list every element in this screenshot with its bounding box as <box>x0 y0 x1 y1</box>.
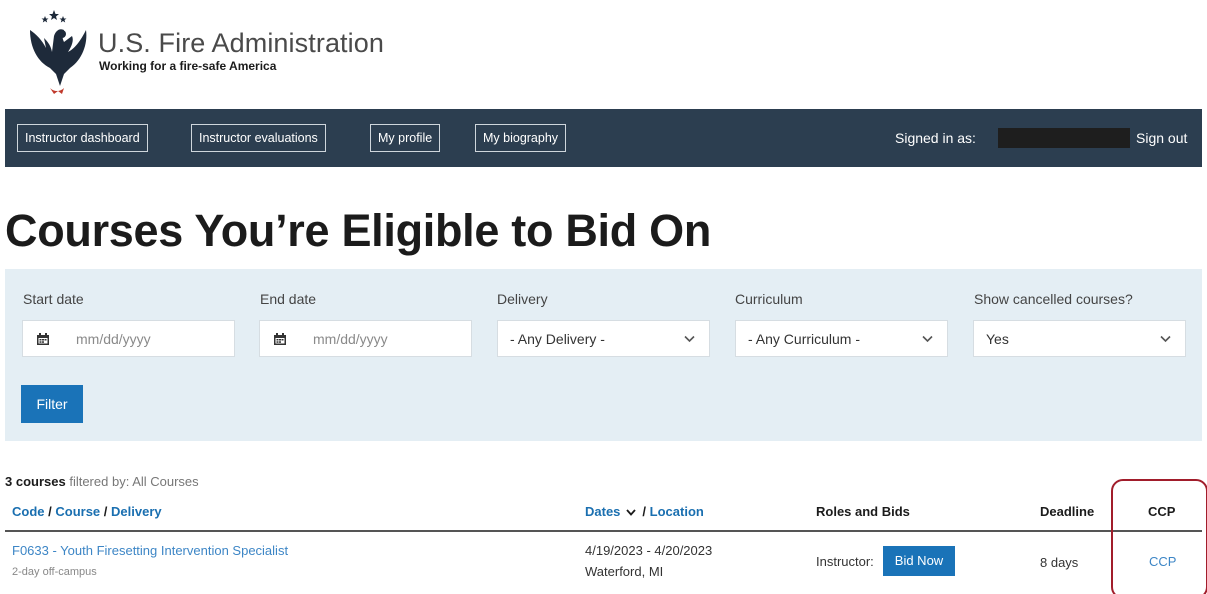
sort-by-code[interactable]: Code <box>12 504 45 519</box>
ccp-column-highlight <box>1111 479 1207 594</box>
site-tagline: Working for a fire-safe America <box>99 59 277 73</box>
sort-descending-icon[interactable] <box>626 508 637 516</box>
nav-instructor-evaluations[interactable]: Instructor evaluations <box>191 124 326 152</box>
course-dates: 4/19/2023 - 4/20/2023 <box>585 543 713 558</box>
course-location: Waterford, MI <box>585 564 664 579</box>
signed-in-label: Signed in as: <box>895 130 976 146</box>
sort-by-delivery[interactable]: Delivery <box>111 504 162 519</box>
end-date-input[interactable]: mm/dd/yyyy <box>259 320 472 357</box>
header-deadline: Deadline <box>1040 504 1095 519</box>
header-separator: / <box>48 504 52 519</box>
cancelled-selected-value: Yes <box>986 331 1009 347</box>
site-title: U.S. Fire Administration <box>98 28 384 58</box>
page-title: Courses You’re Eligible to Bid On <box>5 205 712 256</box>
results-count: 3 courses <box>5 474 66 489</box>
cancelled-label: Show cancelled courses? <box>974 291 1133 307</box>
sort-by-dates[interactable]: Dates <box>585 504 620 519</box>
eagle-logo-icon <box>30 10 87 94</box>
header-code-course-delivery: Code / Course / Delivery <box>12 504 162 519</box>
results-summary: 3 courses filtered by: All Courses <box>5 474 199 489</box>
nav-my-biography[interactable]: My biography <box>475 124 567 152</box>
nav-my-profile[interactable]: My profile <box>370 124 441 152</box>
curriculum-selected-value: - Any Curriculum - <box>748 331 861 347</box>
start-date-label: Start date <box>23 291 84 307</box>
curriculum-select[interactable]: - Any Curriculum - <box>735 320 948 357</box>
calendar-icon <box>274 333 286 345</box>
chevron-down-icon <box>684 335 695 343</box>
role-label: Instructor: <box>816 554 874 569</box>
chevron-down-icon <box>922 335 933 343</box>
course-delivery: 2-day off-campus <box>12 566 97 578</box>
sign-out-link[interactable]: Sign out <box>1136 130 1187 146</box>
end-date-label: End date <box>260 291 317 307</box>
end-date-placeholder: mm/dd/yyyy <box>313 331 388 347</box>
delivery-select[interactable]: - Any Delivery - <box>497 320 710 357</box>
sort-by-location[interactable]: Location <box>650 504 704 519</box>
start-date-placeholder: mm/dd/yyyy <box>76 331 151 347</box>
header-separator: / <box>103 504 108 519</box>
curriculum-label: Curriculum <box>735 291 803 307</box>
nav-instructor-dashboard[interactable]: Instructor dashboard <box>17 124 148 152</box>
chevron-down-icon <box>1160 335 1171 343</box>
header-roles-and-bids: Roles and Bids <box>816 504 910 519</box>
course-link[interactable]: F0633 - Youth Firesetting Intervention S… <box>12 543 288 558</box>
results-filter-text: filtered by: All Courses <box>69 474 199 489</box>
start-date-input[interactable]: mm/dd/yyyy <box>22 320 235 357</box>
sort-by-course[interactable]: Course <box>55 504 100 519</box>
top-navbar: Instructor dashboard Instructor evaluati… <box>5 109 1202 167</box>
table-header-divider <box>5 530 1202 532</box>
site-logo[interactable]: U.S. Fire Administration Working for a f… <box>24 8 384 96</box>
header-separator: / <box>642 504 647 519</box>
filter-panel: Start date mm/dd/yyyy End date mm/dd/yyy… <box>5 269 1202 441</box>
course-deadline: 8 days <box>1040 555 1079 570</box>
delivery-selected-value: - Any Delivery - <box>510 331 605 347</box>
filter-button[interactable]: Filter <box>21 385 83 423</box>
calendar-icon <box>37 333 49 345</box>
bid-now-button[interactable]: Bid Now <box>883 546 955 576</box>
delivery-label: Delivery <box>497 291 548 307</box>
redacted-username <box>998 128 1130 148</box>
header-dates-location: Dates / Location <box>585 504 704 519</box>
cancelled-select[interactable]: Yes <box>973 320 1186 357</box>
